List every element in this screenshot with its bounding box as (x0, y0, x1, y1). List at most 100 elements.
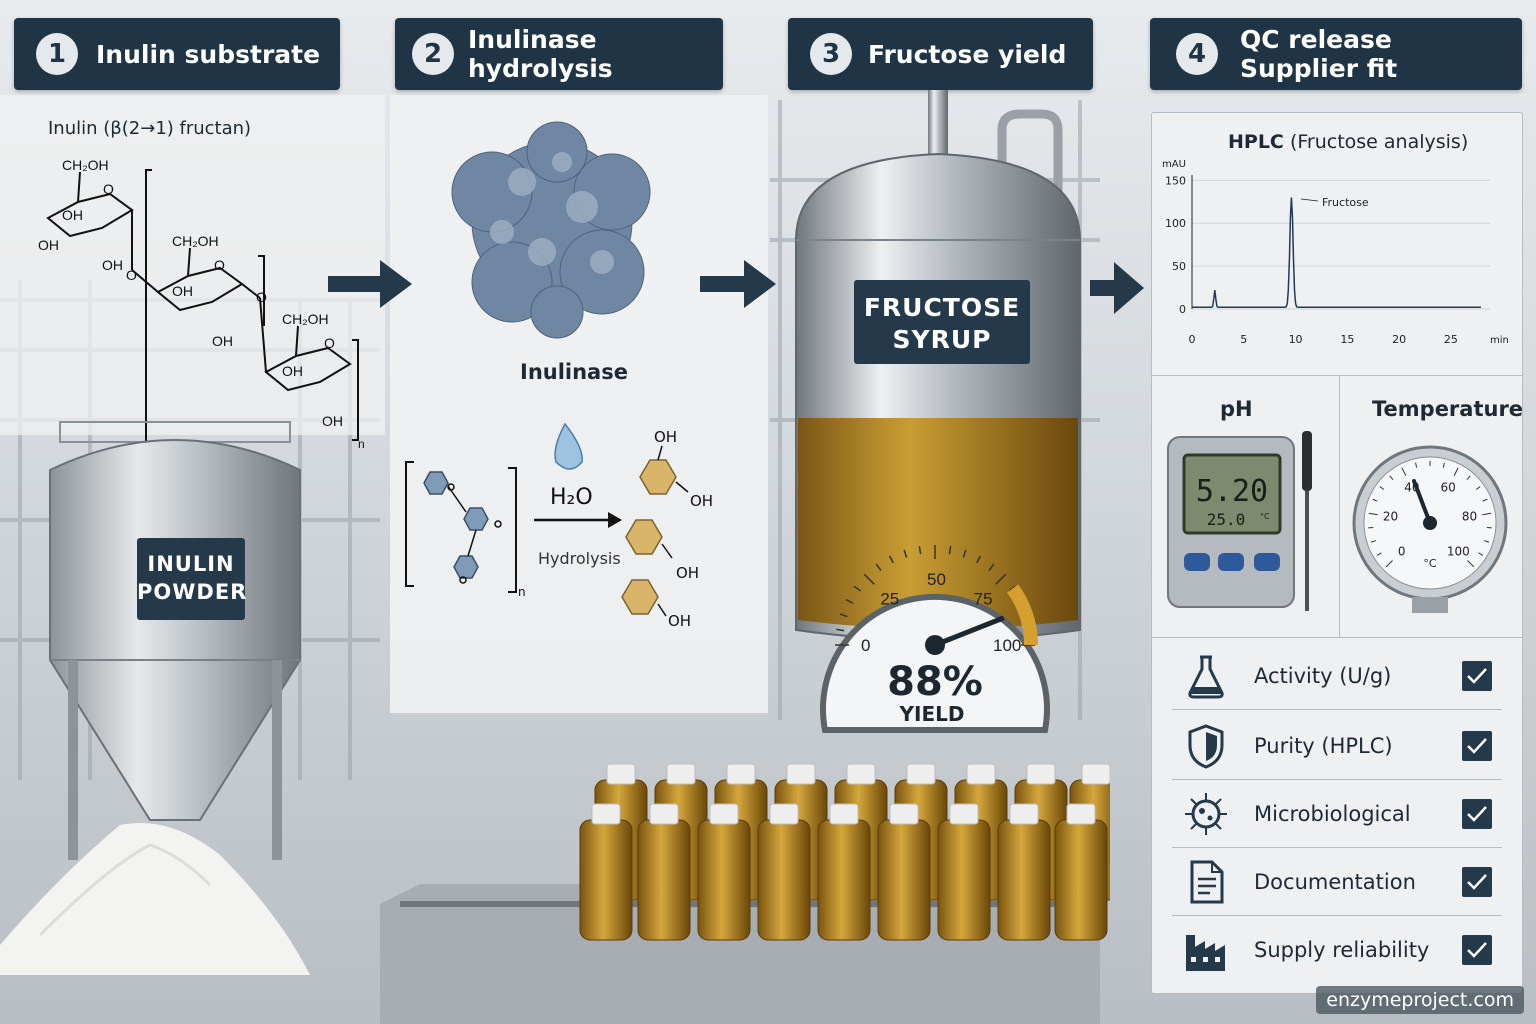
hplc-x-tick: 5 (1240, 333, 1247, 346)
qc-row-activity: Activity (U/g) (1172, 643, 1502, 710)
fructose-tank-label: FRUCTOSE SYRUP (854, 280, 1030, 364)
inulin-tank-label-line1: INULIN (147, 552, 235, 576)
ring1-o: O (103, 181, 114, 197)
syrup-bottle (817, 803, 871, 941)
hplc-x-tick: 10 (1289, 333, 1303, 346)
ph-temp-unit: °C (1260, 512, 1270, 521)
bottle-conveyor (380, 763, 1110, 1024)
product1-oh-b: OH (690, 492, 713, 510)
syrup-bottle (579, 803, 633, 941)
hplc-y-tick: 50 (1172, 260, 1186, 273)
fructose-tank-label-line1: FRUCTOSE (863, 293, 1021, 322)
step-4-header: 4 QC release Supplier fit (1150, 18, 1522, 90)
link-o-2: O (256, 289, 267, 305)
step-4-number: 4 (1176, 33, 1218, 75)
hplc-title-bold: HPLC (1228, 131, 1284, 153)
step-2-number: 2 (412, 33, 454, 75)
microbe-icon (1178, 791, 1234, 837)
hplc-y-tick: 0 (1179, 303, 1186, 316)
syrup-bottle (997, 803, 1051, 941)
step-4-label-line1: QC release (1240, 25, 1392, 54)
syrup-bottle (757, 803, 811, 941)
qc-row-microbiological: Microbiological (1172, 781, 1502, 848)
step-3-header: 3 Fructose yield (788, 18, 1093, 90)
hplc-x-tick: 20 (1392, 333, 1406, 346)
hplc-title-rest: (Fructose analysis) (1289, 131, 1469, 153)
product1-oh-a: OH (654, 428, 677, 446)
ring2-oh-b: OH (212, 333, 233, 349)
checkbox-microbiological[interactable] (1462, 799, 1492, 829)
temperature-dial-tick: 0 (1398, 544, 1406, 558)
qc-row-purity: Purity (HPLC) (1172, 713, 1502, 780)
checkbox-purity[interactable] (1462, 731, 1492, 761)
checkbox-documentation[interactable] (1462, 867, 1492, 897)
hplc-x-unit: min (1490, 335, 1509, 346)
hydrolysis-reaction-diagram: n H₂O Hydrolysis OH OH OH OH (405, 422, 713, 630)
qc-row-supply-reliability: Supply reliability (1172, 917, 1502, 983)
ring3-o: O (324, 335, 335, 351)
step-2-header: 2 Inulinase hydrolysis (395, 18, 723, 90)
qc-row-supply-reliability-label: Supply reliability (1254, 938, 1430, 962)
inulinase-label: Inulinase (520, 360, 628, 384)
inulin-tank-label-line2: POWDER (137, 580, 248, 604)
qc-row-purity-label: Purity (HPLC) (1254, 734, 1393, 758)
ring2-oh-a: OH (172, 283, 193, 299)
product3-oh: OH (668, 612, 691, 630)
inulin-silo (49, 421, 301, 860)
step-1-number: 1 (36, 33, 78, 75)
checkbox-supply-reliability[interactable] (1462, 935, 1492, 965)
step-1-header: 1 Inulin substrate (14, 18, 340, 90)
inulin-structure-title: Inulin (β(2→1) fructan) (48, 118, 252, 139)
arrow-step3-to-4 (1090, 262, 1144, 314)
ring3-ch2oh: CH₂OH (282, 311, 329, 327)
syrup-bottle (697, 803, 751, 941)
qc-row-documentation-label: Documentation (1254, 870, 1416, 894)
hplc-peak-label: Fructose (1322, 196, 1369, 209)
hydrolysis-caption: Hydrolysis (538, 549, 621, 568)
flask-icon (1178, 653, 1234, 699)
temperature-dial: 02040 6080100 °C (1352, 445, 1508, 613)
step-3-label: Fructose yield (868, 39, 1067, 69)
ring1-oh-a: OH (62, 207, 83, 223)
yield-gauge: 0 25 50 75 100 88% YIELD (820, 545, 1050, 733)
gauge-hub (925, 635, 945, 655)
ring3-oh-a: OH (282, 363, 303, 379)
ring1-oh-b: OH (38, 237, 59, 253)
temperature-dial-tick: 20 (1383, 510, 1398, 524)
checkbox-activity[interactable] (1462, 661, 1492, 691)
water-formula: H₂O (550, 485, 593, 510)
syrup-bottle (637, 803, 691, 941)
hplc-y-tick: 100 (1165, 217, 1186, 230)
gauge-tick-50: 50 (927, 570, 946, 589)
step-4-label: QC release Supplier fit (1240, 25, 1397, 83)
syrup-bottle (937, 803, 991, 941)
temperature-title: Temperature (1372, 397, 1524, 421)
inulinase-enzyme-model (451, 121, 651, 339)
temperature-dial-tick: 80 (1462, 510, 1477, 524)
syrup-bottle (1054, 803, 1108, 941)
gauge-tick-75: 75 (974, 589, 993, 608)
ring2-ch2oh: CH₂OH (172, 233, 219, 249)
inulin-powder-pile (0, 823, 310, 975)
hplc-chromatogram: 150 100 50 0 0 5 10 15 20 25 mAU min Fructose (1162, 159, 1509, 346)
step-3-number: 3 (810, 33, 852, 75)
yield-caption: YIELD (899, 702, 965, 726)
ph-meter: 5.20 25.0 °C (1167, 431, 1312, 611)
yield-value: 88% (887, 659, 983, 705)
gauge-tick-100: 100 (993, 636, 1021, 655)
hplc-y-tick: 150 (1165, 174, 1186, 187)
step-4-label-line2: Supplier fit (1240, 54, 1398, 83)
qc-row-microbiological-label: Microbiological (1254, 802, 1411, 826)
ph-reading: 5.20 (1196, 474, 1268, 509)
gauge-tick-25: 25 (880, 589, 899, 608)
ring2-o: O (214, 257, 225, 273)
syrup-bottle (877, 803, 931, 941)
hplc-trace (1192, 197, 1481, 309)
arrow-step2-to-3 (700, 260, 776, 308)
qc-row-activity-label: Activity (U/g) (1254, 664, 1392, 688)
ring1-oh-c: OH (102, 257, 123, 273)
temperature-dial-tick: 60 (1441, 480, 1456, 494)
link-o-1: O (126, 267, 137, 283)
inulin-tank-label: INULIN POWDER (137, 538, 248, 620)
temperature-dial-tick: 100 (1447, 544, 1470, 558)
